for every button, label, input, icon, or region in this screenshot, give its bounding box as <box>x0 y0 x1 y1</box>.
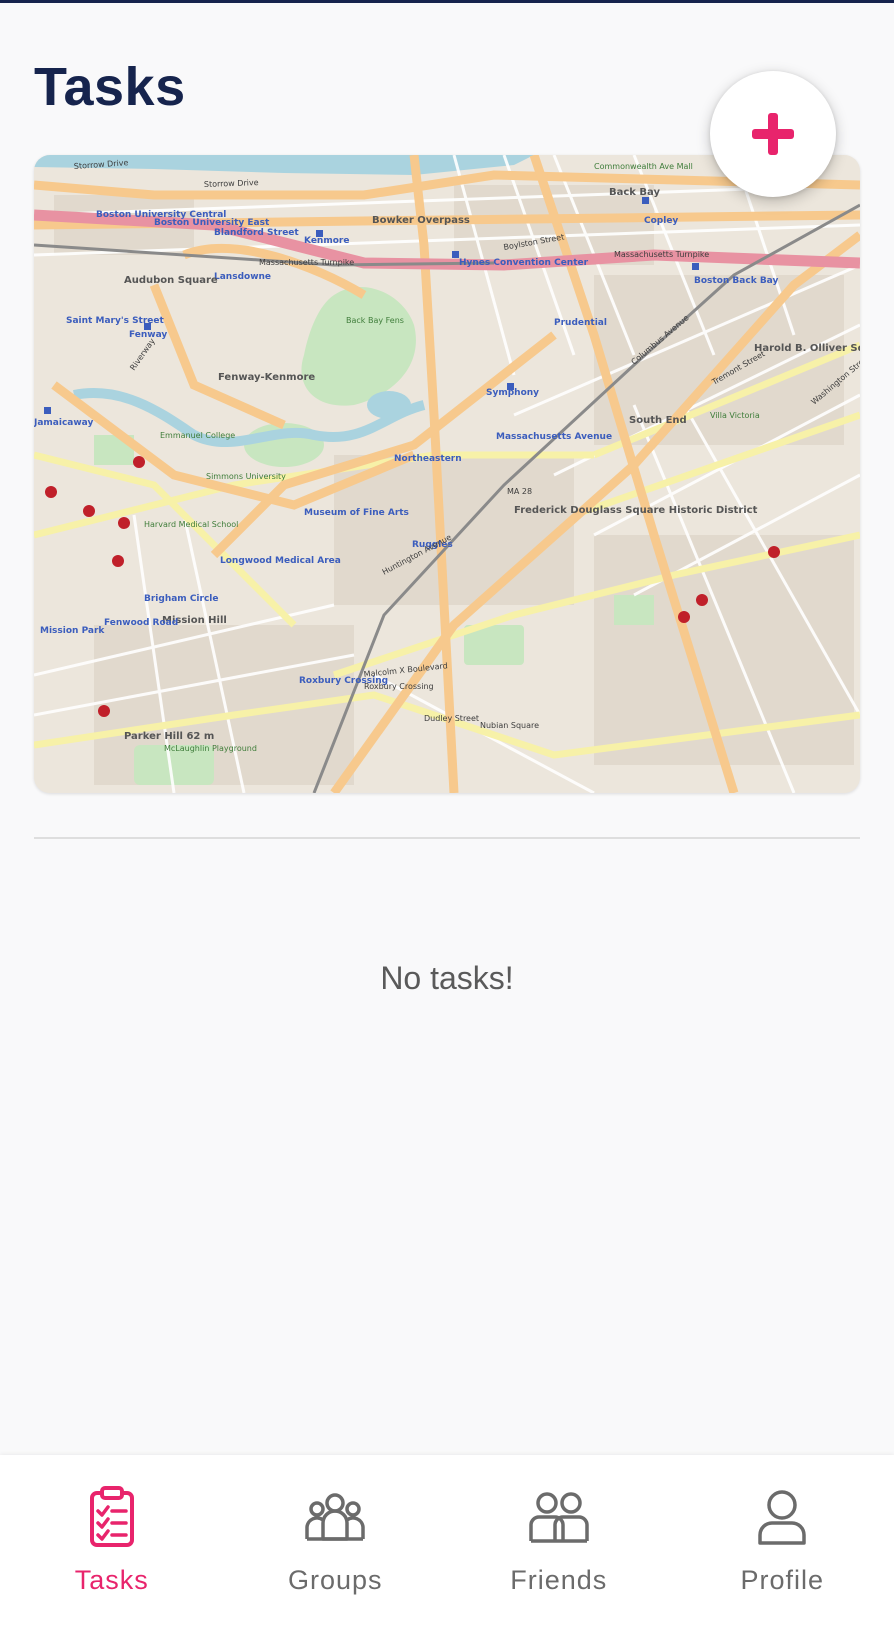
nav-item-friends[interactable]: Friends <box>447 1455 671 1628</box>
map-label: Harold B. Olliver Square <box>754 343 860 354</box>
map-label: Back Bay Fens <box>346 316 404 325</box>
map-view[interactable]: Storrow Drive Storrow Drive Back Bay Common… <box>34 155 860 793</box>
tasks-screen: Tasks Storrow Drive Storrow Drive Back B… <box>0 0 894 1628</box>
page-title: Tasks <box>34 57 186 117</box>
friends-icon <box>529 1492 589 1543</box>
map-label: Longwood Medical Area <box>220 556 341 566</box>
empty-state-message: No tasks! <box>380 960 514 996</box>
map-label: Roxbury Crossing <box>364 682 434 691</box>
map-label: Frederick Douglass Square Historic Distr… <box>514 505 758 516</box>
map-label: McLaughlin Playground <box>164 744 257 753</box>
map-label: Lansdowne <box>214 272 271 282</box>
nav-label-profile: Profile <box>740 1565 825 1595</box>
map-label: Museum of Fine Arts <box>304 508 409 518</box>
group-icon <box>305 1493 365 1541</box>
nav-item-tasks[interactable]: Tasks <box>0 1455 224 1628</box>
map-label: Parker Hill 62 m <box>124 731 214 742</box>
map-label: Emmanuel College <box>160 431 235 440</box>
map-label: Nubian Square <box>480 721 539 730</box>
map-label: Brigham Circle <box>144 594 218 604</box>
map-label: Jamaicaway <box>34 418 93 428</box>
map-label: Copley <box>644 216 678 226</box>
map-label: Symphony <box>486 388 539 398</box>
nav-label-friends: Friends <box>510 1565 608 1595</box>
map-label: Fenwood Road <box>104 618 178 628</box>
map-label: Massachusetts Turnpike <box>259 258 354 267</box>
map-label: Blandford Street <box>214 228 299 238</box>
top-border <box>0 0 894 3</box>
map-label: Bowker Overpass <box>372 215 470 226</box>
nav-item-groups[interactable]: Groups <box>224 1455 448 1628</box>
map-label: Saint Mary's Street <box>66 316 164 326</box>
map-label: Boston University East <box>154 218 270 228</box>
map-canvas[interactable]: Storrow DriveStorrow DriveBack BayCommon… <box>34 155 860 793</box>
plus-icon <box>752 113 794 155</box>
map-label: Fenway-Kenmore <box>218 372 315 383</box>
map-label: Boston Back Bay <box>694 276 778 286</box>
map-label: Mission Park <box>40 626 105 636</box>
divider <box>34 837 860 839</box>
map-label: Northeastern <box>394 454 462 464</box>
map-label: Storrow Drive <box>204 178 259 189</box>
nav-label-groups: Groups <box>287 1565 383 1595</box>
map-label: Massachusetts Avenue <box>496 432 612 442</box>
map-label: Back Bay <box>609 187 660 198</box>
map-label: Simmons University <box>206 472 286 481</box>
map-label: MA 28 <box>507 487 532 496</box>
add-task-button[interactable] <box>710 71 836 197</box>
map-label: Harvard Medical School <box>144 520 238 529</box>
map-label: Hynes Convention Center <box>459 258 589 268</box>
map-label: Villa Victoria <box>710 411 760 420</box>
map-label: Audubon Square <box>124 275 218 286</box>
map-label: Dudley Street <box>424 714 479 723</box>
map-label: Massachusetts Turnpike <box>614 250 709 259</box>
map-label: Kenmore <box>304 236 349 246</box>
map-label: Commonwealth Ave Mall <box>594 162 693 171</box>
person-icon <box>758 1490 806 1545</box>
bottom-navigation: Tasks Groups Friends Profile <box>0 1455 894 1628</box>
nav-item-profile[interactable]: Profile <box>671 1455 894 1628</box>
nav-label-tasks: Tasks <box>74 1565 149 1595</box>
map-label: Prudential <box>554 318 607 328</box>
clipboard-checklist-icon <box>89 1486 134 1547</box>
map-label: South End <box>629 415 687 426</box>
